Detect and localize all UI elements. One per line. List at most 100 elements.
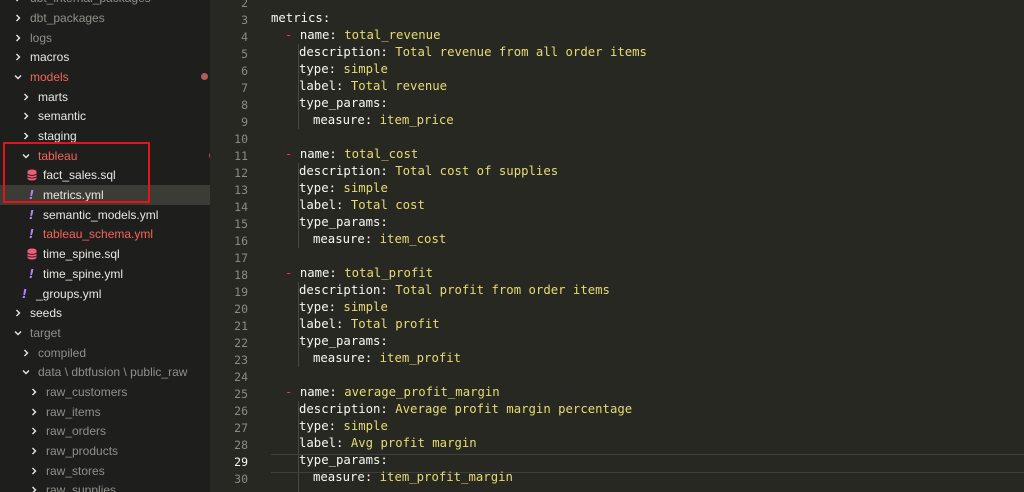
yaml-value: average_profit_margin [344,385,500,399]
chevron-right-icon [29,466,39,476]
tree-folder-marts[interactable]: marts [0,87,210,107]
database-icon [26,169,37,181]
tree-file-groups-yml[interactable]: ! _groups.yml [0,284,210,304]
code-line: type: simple [271,180,388,197]
exclamation-icon: ! [28,266,35,281]
line-number-active: 29 [234,455,248,469]
tree-label: target [30,325,61,340]
tree-file-metrics-yml[interactable]: ! metrics.yml [0,185,210,205]
yaml-value: total_cost [344,147,419,161]
line-number: 12 [234,166,248,180]
yaml-value: simple [343,300,388,314]
yaml-key: description: [299,402,396,416]
code-line: type_params: [271,214,388,231]
tree-label: marts [38,89,68,104]
line-number: 21 [234,319,248,333]
tree-folder-tableau[interactable]: tableau [0,146,210,166]
tree-folder-seeds[interactable]: seeds [0,303,210,323]
tree-folder-raw-products[interactable]: raw_products [0,441,210,461]
code-line: description: Total cost of supplies [271,163,558,180]
chevron-right-icon [21,131,31,141]
line-number: 22 [234,336,248,350]
code-line: description: Total revenue from all orde… [271,44,647,61]
tree-label: dbt_internal_packages [30,0,151,5]
yaml-key: measure: [313,232,380,246]
tree-folder-staging[interactable]: staging [0,126,210,146]
line-number: 19 [234,285,248,299]
line-number: 20 [234,302,248,316]
yaml-key: metrics: [271,11,331,25]
tree-folder-dbt-internal-packages[interactable]: dbt_internal_packages [0,0,210,8]
tree-folder-semantic[interactable]: semantic [0,106,210,126]
tree-label: data \ dbtfusion \ public_raw [38,364,188,379]
tree-label: fact_sales.sql [43,167,116,182]
code-line: measure: item_profit [271,350,461,367]
yaml-value: simple [343,62,388,76]
chevron-right-icon [29,407,39,417]
code-line: type_params: [271,95,388,112]
tree-folder-raw-items[interactable]: raw_items [0,402,210,422]
tree-file-time-spine-sql[interactable]: time_spine.sql [0,244,210,264]
yaml-value: item_profit_margin [379,470,513,484]
tree-file-semantic-models-yml[interactable]: ! semantic_models.yml [0,205,210,225]
tree-file-fact-sales-sql[interactable]: fact_sales.sql [0,165,210,185]
code-line: description: Average profit margin perce… [271,401,632,418]
yaml-value: item_cost [379,232,447,246]
tree-folder-compiled[interactable]: compiled [0,343,210,363]
tree-file-tableau-schema-yml[interactable]: ! tableau_schema.yml 1 [0,224,210,244]
tree-folder-raw-customers[interactable]: raw_customers [0,382,210,402]
tree-label: _groups.yml [36,286,102,301]
yaml-key: type: [299,300,344,314]
tree-file-time-spine-yml[interactable]: ! time_spine.yml [0,264,210,284]
code-editor[interactable]: 2 3 4 5 6 7 8 9 10 11 12 13 14 15 16 17 … [210,0,1024,492]
yaml-key: type: [299,419,344,433]
chevron-right-icon [13,33,23,43]
yaml-value: Avg profit margin [350,436,477,450]
chevron-right-icon [21,111,31,121]
tree-label: semantic_models.yml [43,207,159,222]
exclamation-icon: ! [28,207,35,222]
code-line: label: Total cost [271,197,425,214]
code-line-active: type_params: [271,452,388,469]
line-number: 2 [241,0,248,10]
line-number: 23 [234,353,248,367]
yaml-value: simple [343,419,388,433]
yaml-key: type_params: [299,453,388,467]
code-line: metrics: [271,10,330,27]
tree-folder-raw-orders[interactable]: raw_orders [0,421,210,441]
tree-folder-target[interactable]: target [0,323,210,343]
line-number: 14 [234,200,248,214]
exclamation-icon: ! [28,226,35,241]
yaml-key: name: [299,147,345,161]
yaml-key: description: [299,164,396,178]
tree-label: time_spine.sql [43,246,120,261]
tree-folder-public-raw[interactable]: data \ dbtfusion \ public_raw [0,362,210,382]
tree-label: raw_items [46,404,101,419]
yaml-value: simple [343,181,388,195]
tree-label: time_spine.yml [43,266,124,281]
yaml-value: item_profit [379,351,462,365]
yaml-key: name: [299,266,345,280]
tree-folder-models[interactable]: models [0,67,210,87]
yaml-key: name: [299,28,345,42]
tree-folder-macros[interactable]: macros [0,47,210,67]
code-line: - name: total_revenue [271,27,440,44]
line-number: 4 [241,30,248,44]
line-number: 24 [234,370,248,384]
yaml-value: item_price [379,113,454,127]
list-dash: - [285,28,300,42]
list-dash: - [285,266,300,280]
line-number: 18 [234,268,248,282]
tree-label: seeds [30,305,63,320]
chevron-right-icon [13,13,23,23]
yaml-key: label: [299,198,351,212]
line-number: 3 [241,13,248,27]
tree-folder-raw-supplies[interactable]: raw_supplies [0,480,210,492]
tree-label: raw_orders [46,423,107,438]
tree-folder-logs[interactable]: logs [0,28,210,48]
tree-label: staging [38,128,77,143]
exclamation-icon: ! [21,286,28,301]
yaml-value: Total profit [350,317,440,331]
tree-folder-dbt-packages[interactable]: dbt_packages [0,8,210,28]
tree-folder-raw-stores[interactable]: raw_stores [0,461,210,481]
